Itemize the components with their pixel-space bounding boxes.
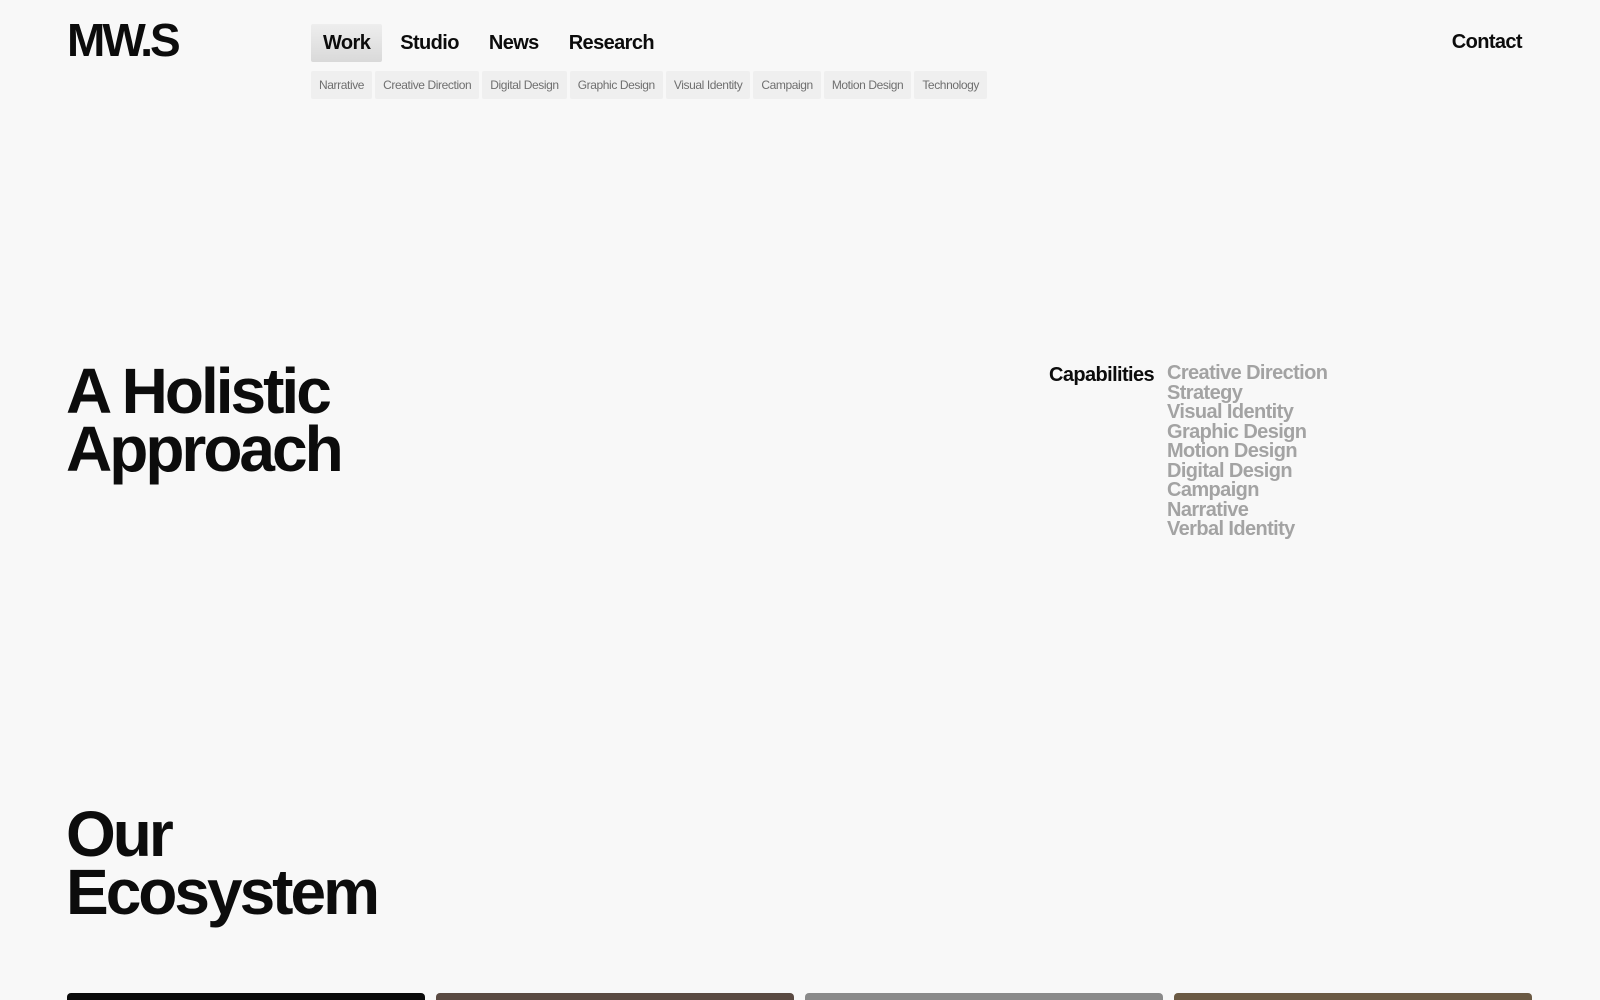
filter-chip-motion-design[interactable]: Motion Design xyxy=(823,71,912,99)
ecosystem-title-line-2: Ecosystem xyxy=(66,856,380,928)
filter-chip-digital-design[interactable]: Digital Design xyxy=(482,71,567,99)
logo[interactable]: MW.S xyxy=(67,14,181,66)
filter-chip-technology[interactable]: Technology xyxy=(914,71,988,99)
ecosystem-title-line-1: Our xyxy=(66,798,174,870)
holistic-approach-title: A Holistic Approach xyxy=(66,355,344,485)
filter-chip-visual-identity[interactable]: Visual Identity xyxy=(665,71,751,99)
holistic-title-line-1: A Holistic xyxy=(66,355,332,427)
capability-item: Verbal Identity xyxy=(1167,518,1295,540)
nav-item-research[interactable]: Research xyxy=(557,24,666,62)
ecosystem-cards xyxy=(67,993,1532,1000)
work-filter-bar: Narrative Creative Direction Digital Des… xyxy=(311,71,988,99)
filter-chip-narrative[interactable]: Narrative xyxy=(311,71,373,99)
capabilities-list: Creative Direction Strategy Visual Ident… xyxy=(1167,362,1328,540)
nav-item-studio[interactable]: Studio xyxy=(388,24,471,62)
capabilities-label: Capabilities xyxy=(1049,364,1155,386)
filter-chip-campaign[interactable]: Campaign xyxy=(753,71,821,99)
holistic-title-line-2: Approach xyxy=(66,413,344,485)
filter-chip-creative-direction[interactable]: Creative Direction xyxy=(375,71,480,99)
ecosystem-card[interactable] xyxy=(1174,993,1532,1000)
capability-item: Creative Direction xyxy=(1167,362,1328,384)
nav-item-work[interactable]: Work xyxy=(311,24,383,62)
capability-item: Motion Design xyxy=(1167,440,1298,462)
ecosystem-card[interactable] xyxy=(436,993,794,1000)
ecosystem-card[interactable] xyxy=(67,993,425,1000)
contact-link[interactable]: Contact xyxy=(1452,30,1523,54)
our-ecosystem-title: Our Ecosystem xyxy=(66,798,380,928)
filter-chip-graphic-design[interactable]: Graphic Design xyxy=(569,71,663,99)
capability-item: Visual Identity xyxy=(1167,401,1294,423)
nav-item-news[interactable]: News xyxy=(477,24,551,62)
ecosystem-card[interactable] xyxy=(805,993,1163,1000)
capability-item: Campaign xyxy=(1167,479,1259,501)
main-nav: Work Studio News Research xyxy=(311,24,666,62)
